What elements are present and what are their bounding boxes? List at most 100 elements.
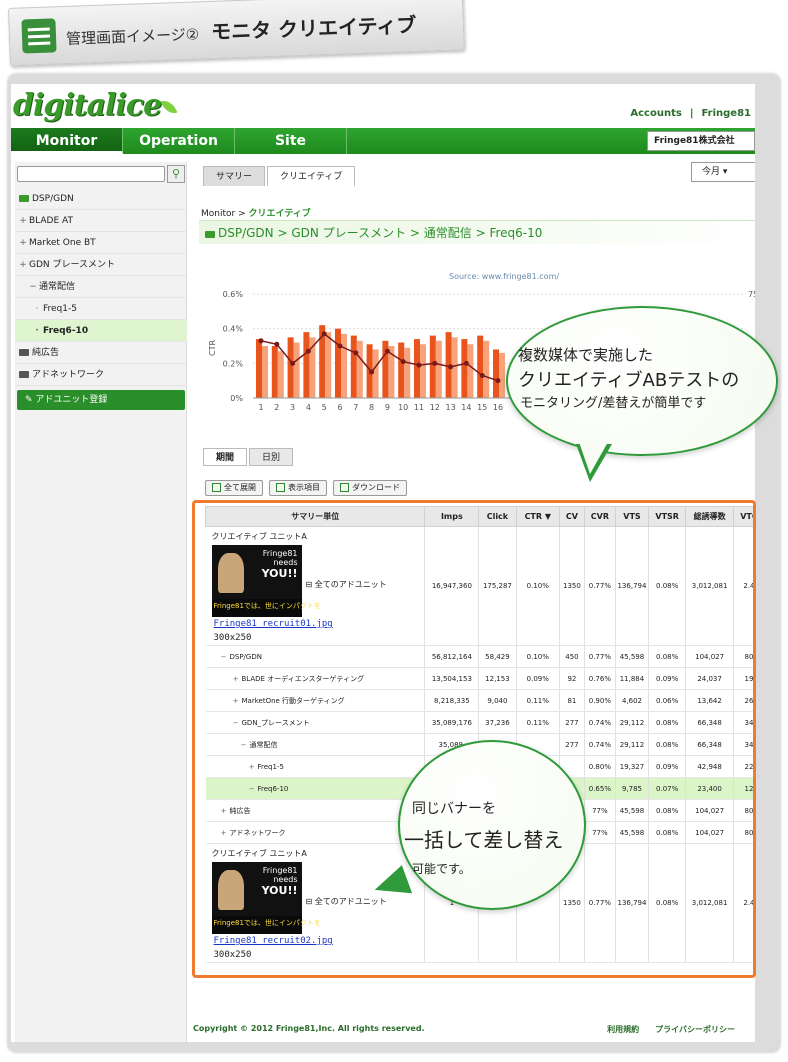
tree-item-gdn-placement[interactable]: + GDN プレースメント <box>15 254 187 276</box>
fringe81-link[interactable]: Fringe81 <box>701 108 751 119</box>
tree-item-normal[interactable]: − 通常配信 <box>15 276 187 298</box>
sidebar-search-input[interactable] <box>17 166 165 182</box>
sidebar: ⚲ DSP/GDN + BLADE AT + Market One BT + GDN … <box>15 162 187 1042</box>
tab-summary[interactable]: サマリー <box>203 166 266 186</box>
tree-item-blade[interactable]: + BLADE AT <box>15 210 187 232</box>
line-point <box>384 348 390 354</box>
banner-title: 管理画面イメージ② モニタ クリエイティブ <box>65 12 417 48</box>
tree-item-freq1-5[interactable]: · Freq1-5 <box>15 298 187 320</box>
tab-period[interactable]: 期間 <box>203 448 248 466</box>
x-tick-label: 14 <box>461 403 471 412</box>
tab-creative[interactable]: クリエイティブ <box>267 166 356 186</box>
bar <box>271 346 278 398</box>
tree-item-adnetwork[interactable]: アドネットワーク <box>15 364 187 386</box>
line-point <box>321 331 327 337</box>
line-point <box>432 360 438 366</box>
y-axis-label: CTR <box>208 340 217 356</box>
account-links: Accounts | Fringe81 <box>626 108 755 119</box>
bullet-icon: · <box>35 304 39 314</box>
bar <box>350 335 357 398</box>
line-point <box>416 362 422 368</box>
callout1-line2: クリエイティブABテストの <box>518 370 740 391</box>
path-bar: DSP/GDN > GDN プレースメント > 通常配信 > Freq6-10 <box>199 220 755 244</box>
y-tick-label: 0% <box>230 394 243 403</box>
nav-monitor[interactable]: Monitor <box>11 128 123 154</box>
list-icon <box>21 18 57 54</box>
x-tick-label: 7 <box>353 403 358 412</box>
check-icon <box>276 483 285 492</box>
x-tick-label: 5 <box>322 403 327 412</box>
download-button[interactable]: ダウンロード <box>333 480 407 496</box>
nav-operation[interactable]: Operation <box>123 128 235 154</box>
terms-link[interactable]: 利用規約 <box>607 1025 639 1034</box>
bar <box>493 349 499 398</box>
bar <box>398 342 405 398</box>
collapse-icon[interactable]: − <box>29 276 37 298</box>
tab-daily[interactable]: 日別 <box>249 448 294 466</box>
bar <box>467 344 474 398</box>
search-icon[interactable]: ⚲ <box>167 165 185 183</box>
x-tick-label: 1 <box>258 403 263 412</box>
bar <box>256 339 262 398</box>
bar <box>356 340 363 398</box>
tree-item-pure-ad[interactable]: 純広告 <box>15 342 187 364</box>
footer: Copyright © 2012 Fringe81,Inc. All right… <box>193 1024 751 1042</box>
breadcrumb: Monitor > クリエイティブ <box>201 209 311 219</box>
callout2-line2: 一括して差し替え <box>404 828 564 852</box>
bar <box>461 339 468 398</box>
x-tick-label: 11 <box>414 403 424 412</box>
line-point <box>274 341 280 347</box>
expand-icon[interactable]: + <box>19 232 27 254</box>
right-tick-label: 75 <box>748 290 755 299</box>
bar <box>435 340 442 398</box>
table-tools: 全て展開 表示項目 ダウンロード <box>205 480 407 496</box>
bar <box>293 342 300 398</box>
expand-icon[interactable]: + <box>19 254 27 276</box>
bar <box>420 344 426 398</box>
line-point <box>495 378 501 384</box>
line-point <box>369 369 375 375</box>
line-point <box>400 359 406 365</box>
ad-unit-register-button[interactable]: ✎ アドユニット登録 <box>17 390 185 410</box>
tree-item-freq6-10[interactable]: · Freq6-10 <box>15 320 187 342</box>
title-banner: 管理画面イメージ② モニタ クリエイティブ <box>8 0 465 66</box>
x-tick-label: 8 <box>369 403 374 412</box>
folder-icon <box>205 231 215 238</box>
privacy-link[interactable]: プライバシーポリシー <box>655 1025 735 1034</box>
expand-icon <box>212 483 221 492</box>
campaign-tree: DSP/GDN + BLADE AT + Market One BT + GDN プレ… <box>15 188 187 386</box>
tree-item-marketone[interactable]: + Market One BT <box>15 232 187 254</box>
main-nav: Monitor Operation Site Fringe81株式会社 <box>11 128 755 154</box>
callout2-line1: 同じバナーを <box>412 801 496 817</box>
folder-icon <box>19 195 29 202</box>
x-tick-label: 10 <box>398 403 408 412</box>
callout1-line1: 複数媒体で実施した <box>518 346 654 364</box>
bar <box>372 349 379 398</box>
callout2-line3: 可能です。 <box>412 862 471 876</box>
line-point <box>353 350 359 356</box>
accounts-link[interactable]: Accounts <box>630 108 681 119</box>
bullet-icon: · <box>35 326 39 336</box>
copyright: Copyright © 2012 Fringe81,Inc. All right… <box>193 1024 425 1033</box>
y-tick-label: 0.2% <box>223 359 244 368</box>
separator: | <box>689 108 694 119</box>
period-select[interactable]: 今月 ▾ <box>691 162 755 182</box>
line-point <box>305 348 311 354</box>
company-select[interactable]: Fringe81株式会社 <box>647 131 755 151</box>
nav-site[interactable]: Site <box>235 128 347 154</box>
download-icon <box>340 483 349 492</box>
x-tick-label: 2 <box>274 403 279 412</box>
digitalice-logo[interactable]: digitalice <box>13 88 178 123</box>
line-point <box>448 364 454 370</box>
bar <box>335 328 341 398</box>
bar <box>477 335 484 398</box>
columns-button[interactable]: 表示項目 <box>269 480 327 496</box>
expand-icon[interactable]: + <box>19 210 27 232</box>
tree-item-dsp-gdn[interactable]: DSP/GDN <box>15 188 187 210</box>
bar <box>303 332 310 398</box>
x-tick-label: 15 <box>477 403 487 412</box>
expand-all-button[interactable]: 全て展開 <box>205 480 263 496</box>
bar <box>414 339 420 398</box>
bar <box>341 333 347 398</box>
bar <box>287 337 294 398</box>
